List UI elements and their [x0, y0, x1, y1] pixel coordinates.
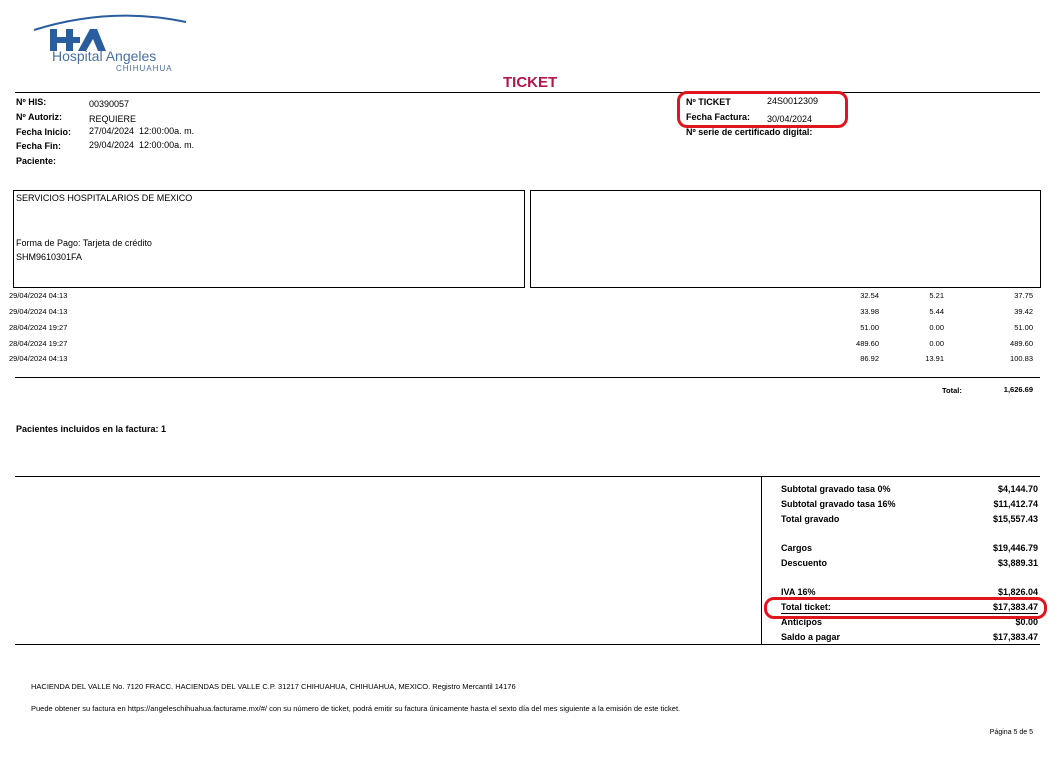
subtotal-0-value: $4,144.70 — [997, 484, 1038, 494]
total-gravado-value: $15,557.43 — [992, 514, 1038, 524]
descuento-row: Descuento $3,889.31 — [781, 558, 1038, 571]
item-total: 100.83 — [1010, 354, 1033, 363]
iva-value: $1,826.04 — [997, 587, 1038, 597]
item-amount: 33.98 — [860, 307, 879, 316]
page-title: TICKET — [503, 74, 558, 91]
item-date: 29/04/2024 04:13 — [9, 354, 68, 363]
descuento-label: Descuento — [781, 558, 828, 568]
subtotal-16-label: Subtotal gravado tasa 16% — [781, 499, 896, 509]
fecha-inicio-label: Fecha Inicio: — [16, 127, 72, 137]
item-amount: 86.92 — [860, 354, 879, 363]
item-amount: 489.60 — [856, 339, 879, 348]
summary-vertical-line — [761, 476, 762, 644]
item-tax: 5.21 — [929, 291, 944, 300]
client-name: SERVICIOS HOSPITALARIOS DE MEXICO — [16, 193, 193, 203]
table-row: 28/04/2024 19:27 489.60 0.00 489.60 — [0, 339, 1063, 353]
logo-subtitle: CHIHUAHUA — [116, 64, 173, 73]
item-date: 28/04/2024 19:27 — [9, 323, 68, 332]
summary-top-line — [15, 476, 1040, 477]
autoriz-value: REQUIERE — [89, 114, 137, 124]
table-row: 29/04/2024 04:13 33.98 5.44 39.42 — [0, 307, 1063, 321]
cargos-label: Cargos — [781, 543, 813, 553]
descuento-value: $3,889.31 — [997, 558, 1038, 568]
item-total: 489.60 — [1010, 339, 1033, 348]
subtotal-16-value: $11,412.74 — [993, 499, 1038, 509]
total-ticket-highlight — [764, 597, 1047, 619]
subtotal-0-row: Subtotal gravado tasa 0% $4,144.70 — [781, 484, 1038, 497]
his-value: 00390057 — [89, 99, 130, 109]
cargos-value: $19,446.79 — [992, 543, 1038, 553]
item-total: 51.00 — [1014, 323, 1033, 332]
item-date: 28/04/2024 19:27 — [9, 339, 68, 348]
item-date: 29/04/2024 04:13 — [9, 307, 68, 316]
logo-name: Hospital Angeles — [52, 48, 157, 64]
items-total-label: Total: — [942, 386, 962, 395]
header-divider — [15, 92, 1040, 93]
item-amount: 51.00 — [860, 323, 879, 332]
fecha-fin-label: Fecha Fin: — [16, 141, 62, 151]
empty-box — [530, 190, 1041, 288]
his-label: Nº HIS: — [16, 97, 47, 107]
footer-address: HACIENDA DEL VALLE No. 7120 FRACC. HACIE… — [31, 682, 516, 691]
serie-label: Nº serie de certificado digital: — [686, 127, 813, 137]
table-row: 28/04/2024 19:27 51.00 0.00 51.00 — [0, 323, 1063, 337]
items-divider — [15, 377, 1040, 378]
hospital-logo: Hospital Angeles CHIHUAHUA — [30, 12, 200, 74]
item-tax: 0.00 — [929, 323, 944, 332]
table-row: 29/04/2024 04:13 32.54 5.21 37.75 — [0, 291, 1063, 305]
item-tax: 5.44 — [929, 307, 944, 316]
total-gravado-row: Total gravado $15,557.43 — [781, 514, 1038, 527]
footer-invoice-note: Puede obtener su factura en https://ange… — [31, 704, 681, 713]
table-row: 29/04/2024 04:13 86.92 13.91 100.83 — [0, 354, 1063, 368]
items-total-value: 1,626.69 — [1003, 385, 1033, 394]
item-date: 29/04/2024 04:13 — [9, 291, 68, 300]
payment-method: Forma de Pago: Tarjeta de crédito — [16, 238, 152, 248]
client-rfc: SHM9610301FA — [16, 252, 83, 262]
paciente-label: Paciente: — [16, 156, 57, 166]
subtotal-0-label: Subtotal gravado tasa 0% — [781, 484, 891, 494]
item-tax: 13.91 — [925, 354, 944, 363]
saldo-row: Saldo a pagar $17,383.47 — [781, 632, 1038, 645]
item-total: 39.42 — [1014, 307, 1033, 316]
item-tax: 0.00 — [929, 339, 944, 348]
subtotal-16-row: Subtotal gravado tasa 16% $11,412.74 — [781, 499, 1038, 512]
patients-included: Pacientes incluidos en la factura: 1 — [16, 424, 167, 434]
item-amount: 32.54 — [860, 291, 879, 300]
saldo-value: $17,383.47 — [992, 632, 1038, 642]
client-box: SERVICIOS HOSPITALARIOS DE MEXICO Forma … — [13, 190, 525, 288]
fecha-fin-value: 29/04/2024 12:00:00a. m. — [89, 140, 195, 150]
ticket-highlight — [677, 91, 848, 128]
fecha-inicio-value: 27/04/2024 12:00:00a. m. — [89, 126, 195, 136]
item-total: 37.75 — [1014, 291, 1033, 300]
autoriz-label: Nº Autoriz: — [16, 112, 62, 122]
total-gravado-label: Total gravado — [781, 514, 840, 524]
saldo-label: Saldo a pagar — [781, 632, 841, 642]
cargos-row: Cargos $19,446.79 — [781, 543, 1038, 556]
page-number: Página 5 de 5 — [989, 729, 1033, 736]
iva-label: IVA 16% — [781, 587, 816, 597]
